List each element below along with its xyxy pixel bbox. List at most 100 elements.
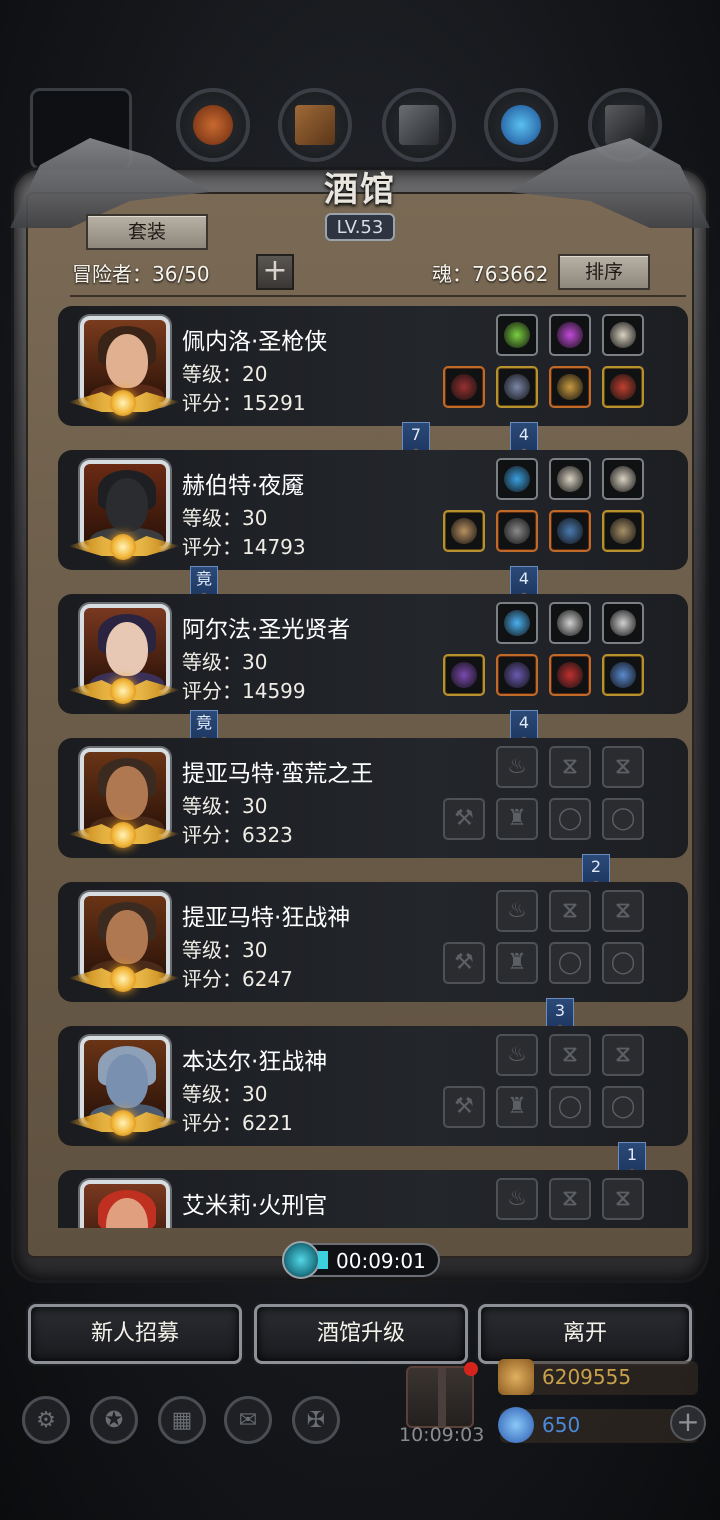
equip-slot[interactable] (549, 458, 591, 500)
empty-equip-slot[interactable]: ◯ (549, 1086, 591, 1128)
empty-equip-slot[interactable]: ⚒ (443, 798, 485, 840)
add-capacity-button[interactable]: + (256, 254, 294, 290)
dark-ore-icon (605, 105, 645, 145)
hero-card[interactable]: 提亚马特·蛮荒之王 等级：30 评分：6323 ♨ ⧖ ⧖ ⚒ ♜ ◯ ◯ (58, 738, 688, 858)
hero-level: 等级：30 (182, 650, 268, 674)
equip-slot[interactable] (549, 510, 591, 552)
hero-list[interactable]: 佩内洛·圣枪侠 等级：20 评分：15291 7 4 赫伯特·夜魇 等级：30 评分：1479… (58, 306, 688, 1228)
equip-slot[interactable] (496, 366, 538, 408)
portrait-face (106, 622, 148, 676)
equip-slot[interactable] (602, 510, 644, 552)
upgrade-tavern-button[interactable]: 酒馆升级 (254, 1304, 468, 1364)
hero-card[interactable]: 本达尔·狂战神 等级：30 评分：6221 ♨ ⧖ ⧖ ⚒ ♜ ◯ ◯ (58, 1026, 688, 1146)
gift-box-icon[interactable] (406, 1362, 478, 1428)
hourglass-placeholder-icon: ⧖ (562, 754, 578, 779)
empty-equip-slot[interactable]: ◯ (602, 1086, 644, 1128)
ring-placeholder-icon: ◯ (557, 950, 583, 975)
hero-level: 等级：30 (182, 506, 268, 530)
empty-equip-slot[interactable]: ♨ (496, 890, 538, 932)
ring-icon (557, 374, 583, 400)
hourglass-placeholder-icon: ⧖ (562, 1186, 578, 1211)
sort-button[interactable]: 排序 (558, 254, 650, 290)
hero-card[interactable]: 提亚马特·狂战神 等级：30 评分：6247 ♨ ⧖ ⧖ ⚒ ♜ ◯ ◯ (58, 882, 688, 1002)
add-gems-button[interactable]: + (670, 1405, 706, 1441)
empty-equip-slot[interactable]: ⧖ (602, 746, 644, 788)
rank-sun-icon (110, 822, 136, 848)
hero-name: 赫伯特·夜魇 (182, 473, 305, 499)
hourglass-placeholder-icon: ⧖ (615, 1186, 631, 1211)
equip-slot[interactable] (496, 602, 538, 644)
armor-icon (504, 518, 530, 544)
empty-equip-slot[interactable]: ⧖ (602, 890, 644, 932)
empty-equip-slot[interactable]: ♜ (496, 942, 538, 984)
equip-slot[interactable] (602, 458, 644, 500)
empty-equip-slot[interactable]: ♨ (496, 1178, 538, 1220)
tab-iron-ingot[interactable] (382, 88, 456, 162)
claw-icon (610, 466, 636, 492)
axe-placeholder-icon: ⚒ (454, 1094, 474, 1119)
empty-equip-slot[interactable]: ⧖ (602, 1178, 644, 1220)
equip-slot[interactable] (496, 654, 538, 696)
hero-portrait[interactable] (80, 1180, 170, 1228)
equip-slot[interactable] (549, 654, 591, 696)
ring-placeholder-icon: ◯ (557, 1094, 583, 1119)
equip-slot[interactable] (602, 314, 644, 356)
equip-slot[interactable] (602, 366, 644, 408)
tab-wood-plank[interactable] (278, 88, 352, 162)
empty-equip-slot[interactable]: ♨ (496, 746, 538, 788)
hero-name: 本达尔·狂战神 (182, 1049, 328, 1075)
necklace-icon (610, 374, 636, 400)
empty-equip-slot[interactable]: ◯ (549, 798, 591, 840)
empty-equip-slot[interactable]: ⧖ (549, 746, 591, 788)
empty-equip-slot[interactable]: ⚒ (443, 1086, 485, 1128)
gold-amount: 6209555 (542, 1365, 632, 1389)
rank-sun-icon (110, 678, 136, 704)
empty-equip-slot[interactable]: ◯ (602, 942, 644, 984)
mail-icon[interactable]: ✉ (224, 1396, 272, 1444)
empty-equip-slot[interactable]: ♨ (496, 1034, 538, 1076)
empty-equip-slot[interactable]: ◯ (549, 942, 591, 984)
equip-slot[interactable] (496, 458, 538, 500)
equip-slot[interactable] (602, 654, 644, 696)
equip-slot[interactable] (496, 510, 538, 552)
armor-placeholder-icon: ♜ (507, 1094, 527, 1119)
tab-blue-crystal[interactable] (484, 88, 558, 162)
gem-resource: 650 (498, 1407, 698, 1443)
star-medal-icon[interactable]: ✪ (90, 1396, 138, 1444)
empty-equip-slot[interactable]: ⧖ (602, 1034, 644, 1076)
equip-slot[interactable] (443, 510, 485, 552)
equip-slot[interactable] (443, 366, 485, 408)
hero-card[interactable]: 阿尔法·圣光贤者 等级：30 评分：14599 (58, 594, 688, 714)
hourglass-placeholder-icon: ⧖ (615, 754, 631, 779)
recruit-button[interactable]: 新人招募 (28, 1304, 242, 1364)
shop-icon[interactable]: ▦ (158, 1396, 206, 1444)
empty-equip-slot[interactable]: ⧖ (549, 890, 591, 932)
equip-slot[interactable] (549, 602, 591, 644)
ring-placeholder-icon: ◯ (610, 950, 636, 975)
equip-slot[interactable] (443, 654, 485, 696)
hero-card[interactable]: 赫伯特·夜魇 等级：30 评分：14793 (58, 450, 688, 570)
page-title: 酒馆 (324, 170, 396, 210)
hero-card[interactable]: 佩内洛·圣枪侠 等级：20 评分：15291 (58, 306, 688, 426)
hero-level: 等级：20 (182, 362, 268, 386)
empty-equip-slot[interactable]: ♜ (496, 1086, 538, 1128)
settings-icon[interactable]: ⚙ (22, 1396, 70, 1444)
portrait-face (106, 1054, 148, 1108)
equip-slot[interactable] (549, 366, 591, 408)
hero-name: 艾米莉·火刑官 (182, 1193, 328, 1219)
equip-slot[interactable] (602, 602, 644, 644)
empty-equip-slot[interactable]: ⧖ (549, 1178, 591, 1220)
empty-equip-slot[interactable]: ⧖ (549, 1034, 591, 1076)
gift-timer: 10:09:03 (399, 1424, 485, 1446)
suit-button[interactable]: 套装 (86, 214, 208, 250)
battle-icon[interactable]: ✠ (292, 1396, 340, 1444)
equip-slot[interactable] (496, 314, 538, 356)
hero-card[interactable]: 艾米莉·火刑官 ♨ ⧖ ⧖ (58, 1170, 688, 1228)
tab-wood-round[interactable] (176, 88, 250, 162)
leave-button[interactable]: 离开 (478, 1304, 692, 1364)
rune-icon (557, 610, 583, 636)
empty-equip-slot[interactable]: ⚒ (443, 942, 485, 984)
equip-slot[interactable] (549, 314, 591, 356)
empty-equip-slot[interactable]: ♜ (496, 798, 538, 840)
empty-equip-slot[interactable]: ◯ (602, 798, 644, 840)
